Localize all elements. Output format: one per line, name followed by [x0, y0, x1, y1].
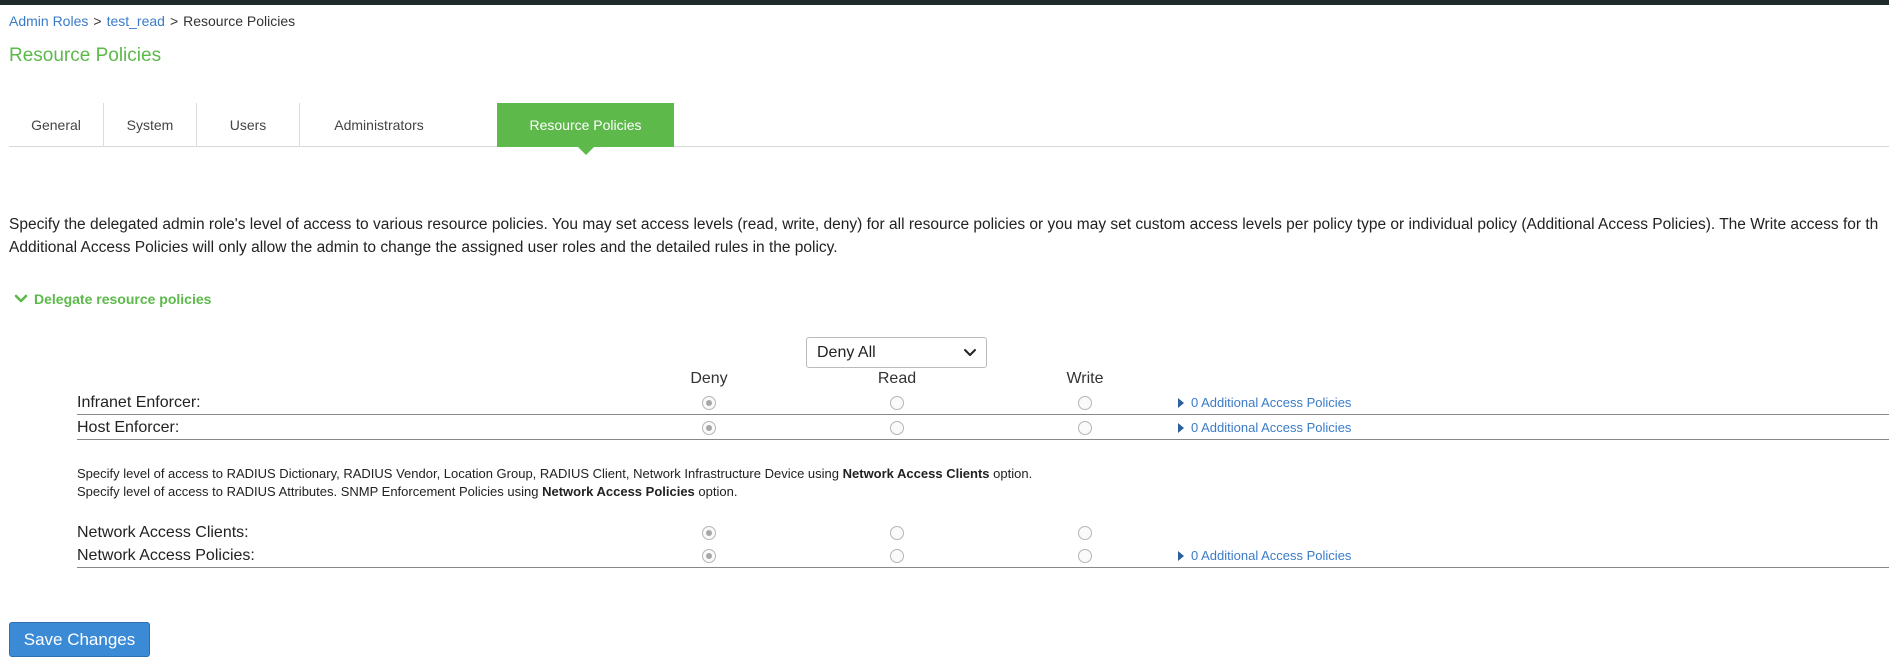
delegate-resource-policies-toggle[interactable]: Delegate resource policies: [14, 291, 211, 307]
network-access-clients-note: Specify level of access to RADIUS Dictio…: [77, 466, 1032, 481]
breadcrumb-current: Resource Policies: [183, 13, 296, 29]
additional-access-policies-label: 0 Additional Access Policies: [1191, 548, 1352, 563]
radio-deny[interactable]: [702, 549, 716, 563]
page-description: Specify the delegated admin role's level…: [9, 213, 1889, 259]
radio-read[interactable]: [890, 526, 904, 540]
policy-row-host-enforcer: Host Enforcer: 0 Additional Access Polic…: [77, 416, 1889, 440]
access-level-select-value: Deny All: [817, 343, 876, 361]
note-text: option.: [694, 484, 738, 499]
note-text: option.: [989, 466, 1033, 481]
policy-row-network-access-clients: Network Access Clients:: [77, 521, 1889, 545]
tab-resource-policies[interactable]: Resource Policies: [497, 103, 674, 155]
breadcrumb-test-read[interactable]: test_read: [107, 13, 165, 29]
policy-row-infranet-enforcer: Infranet Enforcer: 0 Additional Access P…: [77, 391, 1889, 415]
description-line-2: Additional Access Policies will only all…: [9, 239, 838, 256]
section-label: Delegate resource policies: [34, 291, 212, 307]
save-changes-button[interactable]: Save Changes: [9, 622, 150, 657]
breadcrumb-admin-roles[interactable]: Admin Roles: [9, 13, 88, 29]
network-access-policies-note: Specify level of access to RADIUS Attrib…: [77, 484, 737, 499]
breadcrumb-separator: >: [169, 13, 179, 29]
radio-read[interactable]: [890, 421, 904, 435]
radio-read[interactable]: [890, 396, 904, 410]
radio-deny[interactable]: [702, 421, 716, 435]
access-level-select[interactable]: Deny All: [806, 337, 987, 368]
breadcrumb: Admin Roles > test_read > Resource Policies: [9, 13, 295, 29]
additional-access-policies-label: 0 Additional Access Policies: [1191, 420, 1352, 435]
column-header-deny: Deny: [690, 370, 728, 387]
radio-write[interactable]: [1078, 396, 1092, 410]
page-title: Resource Policies: [9, 45, 162, 66]
row-label: Network Access Clients:: [77, 524, 249, 541]
triangle-right-icon: [1178, 397, 1184, 408]
radio-deny[interactable]: [702, 526, 716, 540]
top-bar: [0, 0, 1889, 5]
radio-deny[interactable]: [702, 396, 716, 410]
tab-system[interactable]: System: [104, 103, 197, 147]
note-bold-text: Network Access Policies: [542, 484, 695, 499]
column-header-write: Write: [1066, 370, 1104, 387]
radio-write[interactable]: [1078, 421, 1092, 435]
note-text: Specify level of access to RADIUS Attrib…: [77, 484, 543, 499]
chevron-down-icon: [14, 294, 28, 303]
description-line-1: Specify the delegated admin role's level…: [9, 216, 1879, 233]
note-text: Specify level of access to RADIUS Dictio…: [77, 466, 843, 481]
row-label: Infranet Enforcer:: [77, 394, 201, 411]
tab-general[interactable]: General: [9, 103, 104, 147]
column-header-read: Read: [877, 370, 917, 387]
additional-access-policies-link[interactable]: 0 Additional Access Policies: [1178, 395, 1351, 410]
additional-access-policies-link[interactable]: 0 Additional Access Policies: [1178, 548, 1351, 563]
radio-read[interactable]: [890, 549, 904, 563]
radio-write[interactable]: [1078, 526, 1092, 540]
chevron-down-icon: [964, 349, 976, 356]
breadcrumb-separator: >: [93, 13, 102, 29]
radio-write[interactable]: [1078, 549, 1092, 563]
tab-administrators[interactable]: Administrators: [300, 103, 458, 147]
triangle-right-icon: [1178, 550, 1184, 561]
additional-access-policies-label: 0 Additional Access Policies: [1191, 395, 1352, 410]
tab-users[interactable]: Users: [197, 103, 300, 147]
row-label: Host Enforcer:: [77, 419, 180, 436]
note-bold-text: Network Access Clients: [842, 466, 990, 481]
additional-access-policies-link[interactable]: 0 Additional Access Policies: [1178, 420, 1351, 435]
triangle-right-icon: [1178, 422, 1184, 433]
tab-bar: General System Users Administrators Reso…: [9, 103, 1889, 155]
row-label: Network Access Policies:: [77, 547, 255, 564]
policy-row-network-access-policies: Network Access Policies: 0 Additional Ac…: [77, 544, 1889, 568]
